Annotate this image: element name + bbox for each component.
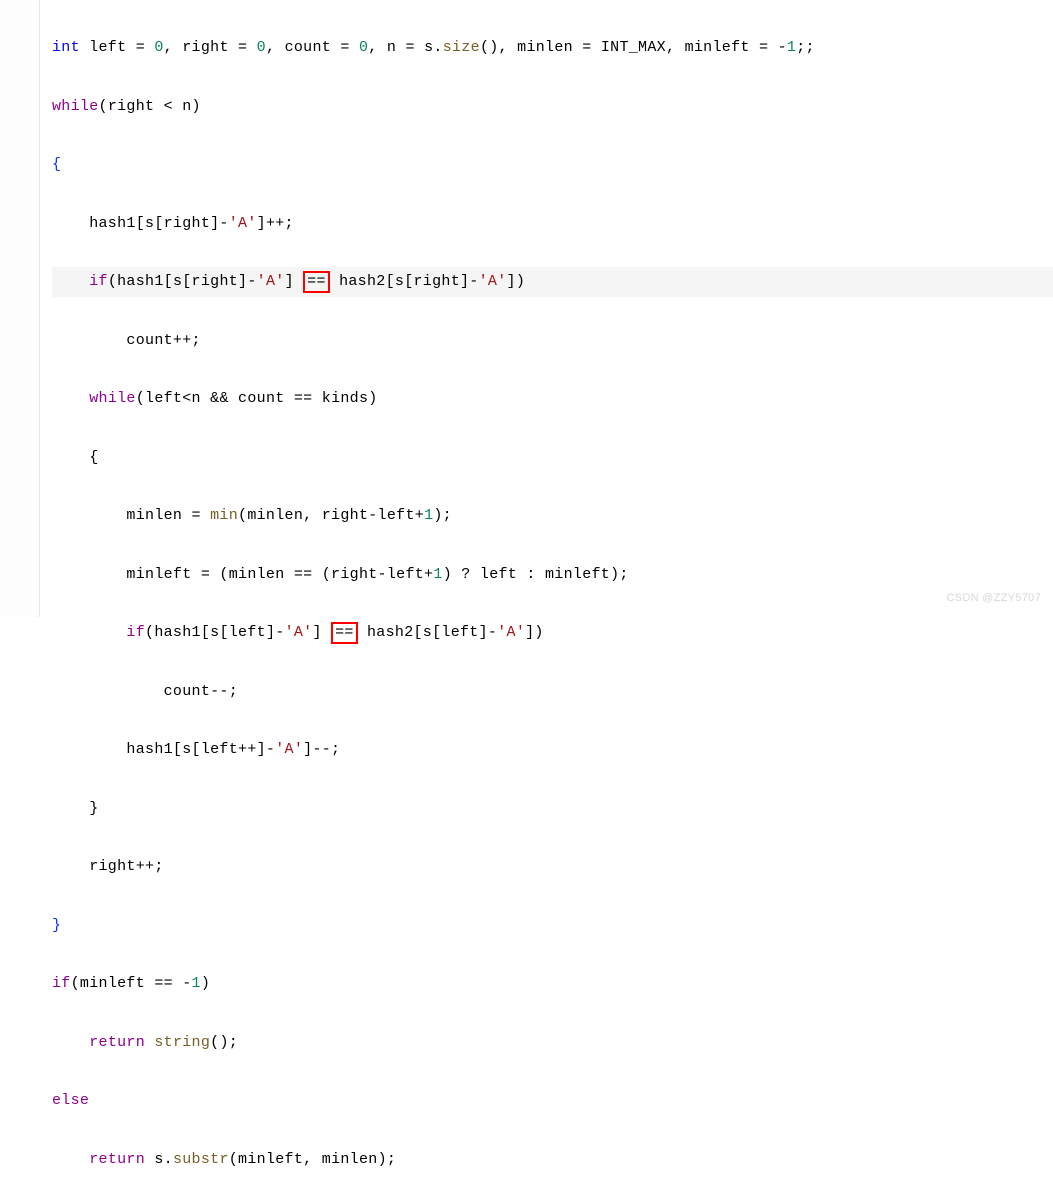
highlight-box: ==: [331, 622, 358, 644]
code-line: count--;: [52, 677, 1053, 706]
keyword-while: while: [89, 390, 136, 407]
keyword-int: int: [52, 39, 80, 56]
code-line: minleft = (minlen == (right-left+1) ? le…: [52, 560, 1053, 589]
code-line: hash1[s[right]-'A']++;: [52, 209, 1053, 238]
code-line: minlen = min(minlen, right-left+1);: [52, 501, 1053, 530]
code-line: if(minleft == -1): [52, 969, 1053, 998]
code-line: {: [52, 443, 1053, 472]
code-block: int left = 0, right = 0, count = 0, n = …: [0, 0, 1053, 1203]
gutter: [0, 0, 40, 617]
code-line: while(left<n && count == kinds): [52, 384, 1053, 413]
code-line: else: [52, 1086, 1053, 1115]
code-line: while(right < n): [52, 92, 1053, 121]
code-line: return string();: [52, 1028, 1053, 1057]
code-line: {: [52, 150, 1053, 179]
code-line: right++;: [52, 852, 1053, 881]
code-line: if(hash1[s[right]-'A'] == hash2[s[right]…: [52, 267, 1053, 296]
code-line: if(hash1[s[left]-'A'] == hash2[s[left]-'…: [52, 618, 1053, 647]
keyword-if: if: [52, 975, 71, 992]
watermark: CSDN @ZZY5707: [946, 588, 1041, 609]
code-line: int left = 0, right = 0, count = 0, n = …: [52, 33, 1053, 62]
highlight-box: ==: [303, 271, 330, 293]
keyword-else: else: [52, 1092, 89, 1109]
keyword-if: if: [126, 624, 145, 641]
code-line: return s.substr(minleft, minlen);: [52, 1145, 1053, 1174]
keyword-while: while: [52, 98, 99, 115]
code-line: hash1[s[left++]-'A']--;: [52, 735, 1053, 764]
keyword-return: return: [89, 1034, 145, 1051]
code-line: count++;: [52, 326, 1053, 355]
code-line: }: [52, 794, 1053, 823]
code-line: }: [52, 911, 1053, 940]
keyword-if: if: [89, 273, 108, 290]
keyword-return: return: [89, 1151, 145, 1168]
